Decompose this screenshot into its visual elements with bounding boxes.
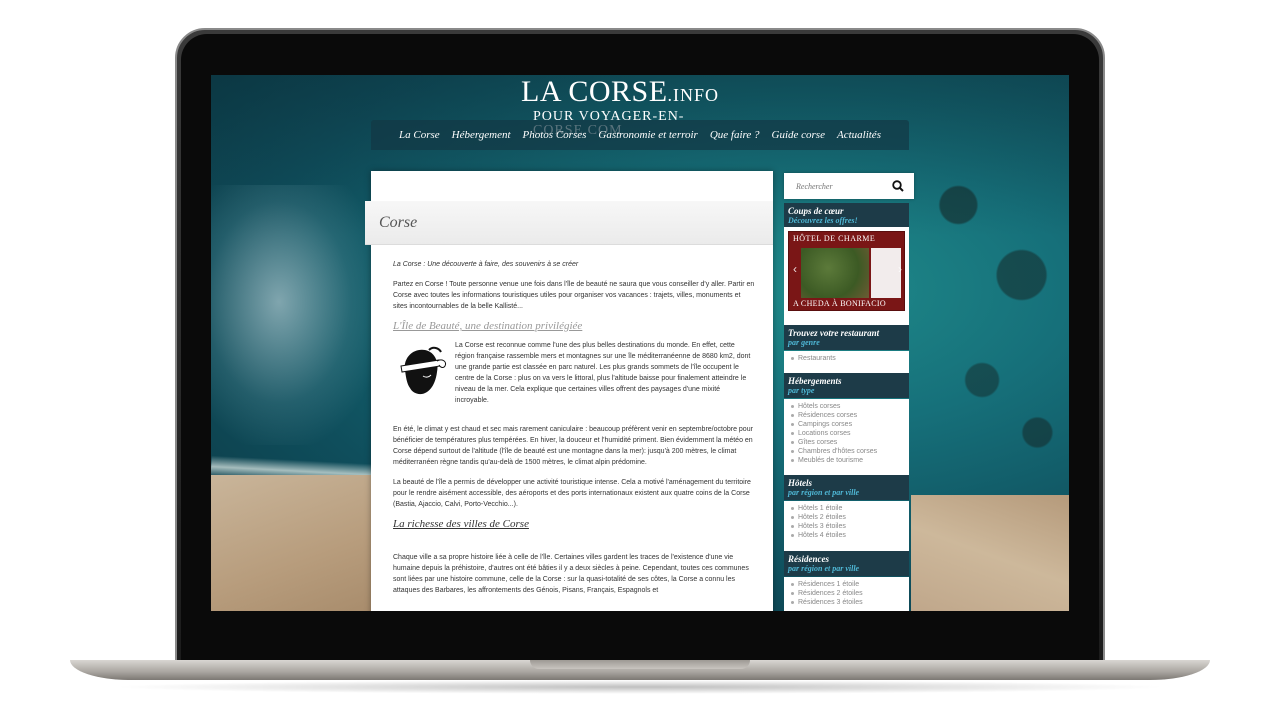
- search-icon[interactable]: [892, 180, 904, 192]
- article-paragraph-2: En été, le climat y est chaud et sec mai…: [393, 426, 753, 466]
- background-beach-left: [211, 475, 381, 611]
- list-item[interactable]: Résidences corses: [791, 411, 909, 420]
- list-item[interactable]: Restaurants: [791, 354, 909, 363]
- list-item[interactable]: Campings corses: [791, 420, 909, 429]
- widget-residences-list: Résidences 1 étoile Résidences 2 étoiles…: [784, 577, 909, 611]
- widget-residences-header: Résidences par région et par ville: [784, 551, 909, 576]
- chevron-right-icon[interactable]: ›: [895, 262, 904, 276]
- search-input[interactable]: [796, 181, 896, 191]
- nav-item-hebergement[interactable]: Hébergement: [452, 129, 511, 141]
- search-box: [784, 173, 914, 199]
- nav-item-guide[interactable]: Guide corse: [772, 129, 825, 141]
- nav-item-la-corse[interactable]: La Corse: [399, 129, 440, 141]
- laptop-shadow: [110, 680, 1170, 694]
- widget-restaurant-header: Trouvez votre restaurant par genre: [784, 325, 909, 350]
- article-paragraph-3: La beauté de l'île a permis de développe…: [393, 479, 751, 508]
- list-item[interactable]: Hôtels 4 étoiles: [791, 531, 909, 540]
- article-paragraph-1: La Corse est reconnue comme l'une des pl…: [455, 342, 751, 404]
- logo-title-text: LA CORSE: [521, 75, 668, 108]
- widget-subtitle: par région et par ville: [788, 564, 860, 573]
- background-water-shine: [211, 185, 381, 445]
- widget-hotels-list: Hôtels 1 étoile Hôtels 2 étoiles Hôtels …: [784, 501, 909, 551]
- promo-top-text: HÔTEL DE CHARME: [793, 234, 876, 243]
- list-item[interactable]: Résidences 1 étoile: [791, 580, 909, 589]
- widget-hotels-header: Hôtels par région et par ville: [784, 475, 909, 500]
- nav-item-actualites[interactable]: Actualités: [837, 129, 881, 141]
- article-intro: Partez en Corse ! Toute personne venue u…: [393, 281, 755, 310]
- promo-photo: [801, 248, 869, 298]
- list-item[interactable]: Meublés de tourisme: [791, 456, 909, 465]
- page-title-bar: Corse: [365, 201, 773, 245]
- article-tagline: La Corse : Une découverte à faire, des s…: [393, 261, 579, 268]
- laptop-notch: [530, 660, 750, 669]
- widget-subtitle[interactable]: Découvrez les offres!: [788, 216, 905, 225]
- list-item[interactable]: Locations corses: [791, 429, 909, 438]
- article: La Corse : Une découverte à faire, des s…: [393, 259, 755, 605]
- background-beach-right: [911, 495, 1069, 611]
- widget-title: Résidences: [788, 554, 829, 564]
- background-reef: [911, 135, 1069, 485]
- widget-restaurant-list: Restaurants: [784, 351, 909, 373]
- page-title: Corse: [379, 214, 418, 231]
- widget-title: Hébergements: [788, 376, 842, 386]
- section-heading-ile-de-beaute[interactable]: L'Île de Beauté, une destination privilé…: [393, 321, 755, 332]
- promo-banner[interactable]: HÔTEL DE CHARME ‹ › A CHEDA À BONIFACIO: [788, 231, 905, 311]
- flag-paragraph: La Corse est reconnue comme l'une des pl…: [393, 340, 755, 415]
- nav-item-que-faire[interactable]: Que faire ?: [710, 129, 760, 141]
- section-heading-villes[interactable]: La richesse des villes de Corse: [393, 519, 755, 530]
- article-paragraph-4: Chaque ville a sa propre histoire liée à…: [393, 554, 749, 594]
- widget-title: Coups de cœur: [788, 206, 844, 216]
- widget-title: Hôtels: [788, 478, 812, 488]
- list-item[interactable]: Résidences 3 étoiles: [791, 598, 909, 607]
- widget-subtitle: par région et par ville: [788, 488, 860, 497]
- list-item[interactable]: Hôtels 2 étoiles: [791, 513, 909, 522]
- main-content: Corse La Corse : Une découverte à faire,…: [365, 171, 773, 611]
- widget-hebergements-header: Hébergements par type: [784, 373, 909, 398]
- nav-item-photos[interactable]: Photos Corses: [523, 129, 587, 141]
- list-item[interactable]: Hôtels 1 étoile: [791, 504, 909, 513]
- logo-title: LA CORSE.INFO: [521, 77, 761, 110]
- promo-bottom-text: A CHEDA À BONIFACIO: [793, 299, 886, 308]
- widget-subtitle: par type: [788, 386, 815, 395]
- screen: LA CORSE.INFO POUR VOYAGER-EN-CORSE.COM …: [211, 75, 1069, 611]
- promo-box: HÔTEL DE CHARME ‹ › A CHEDA À BONIFACIO: [784, 227, 909, 325]
- list-item[interactable]: Hôtels 3 étoiles: [791, 522, 909, 531]
- corsican-moor-head-icon: [393, 340, 449, 398]
- list-item[interactable]: Hôtels corses: [791, 402, 909, 411]
- main-nav: La Corse Hébergement Photos Corses Gastr…: [371, 120, 909, 150]
- list-item[interactable]: Chambres d'hôtes corses: [791, 447, 909, 456]
- nav-item-gastronomie[interactable]: Gastronomie et terroir: [598, 129, 697, 141]
- widget-coups-de-coeur-header: Coups de cœur Découvrez les offres!: [784, 203, 909, 228]
- list-item[interactable]: Résidences 2 étoiles: [791, 589, 909, 598]
- logo-suffix: .INFO: [667, 85, 720, 105]
- widget-title: Trouvez votre restaurant: [788, 328, 880, 338]
- chevron-left-icon[interactable]: ‹: [790, 262, 800, 276]
- list-item[interactable]: Gîtes corses: [791, 438, 909, 447]
- widget-hebergements-list: Hôtels corses Résidences corses Campings…: [784, 399, 909, 475]
- widget-subtitle: par genre: [788, 338, 820, 347]
